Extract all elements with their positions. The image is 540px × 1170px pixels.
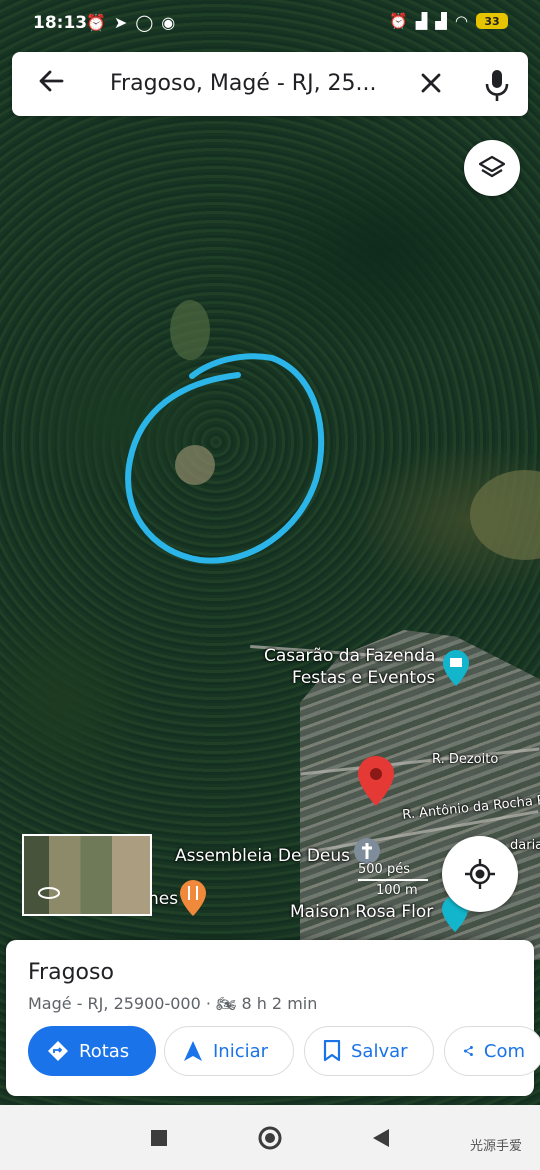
telegram-icon: ➤: [113, 13, 128, 32]
church-label[interactable]: Assembleia De Deus: [175, 846, 350, 866]
street-view-thumbnail[interactable]: [22, 834, 152, 916]
street-label: daria: [510, 838, 540, 853]
notification-icons: ⏰ ➤ ◯ ◉: [86, 13, 175, 32]
square-icon: [151, 1130, 167, 1146]
place-card[interactable]: Fragoso Magé - RJ, 25900-000 · 🏍 8 h 2 m…: [6, 940, 540, 1096]
navigation-arrow-icon: [184, 1041, 202, 1061]
recents-button[interactable]: [146, 1125, 172, 1151]
directions-icon: [48, 1041, 68, 1061]
status-bar: 18:13 ⏰ ➤ ◯ ◉ ⏰ ▟ ▟ ◠ 33: [0, 0, 540, 50]
whatsapp-icon: ◯: [135, 13, 154, 32]
shop-label[interactable]: Maison Rosa Flor: [290, 902, 433, 922]
bookmark-icon: [323, 1040, 341, 1062]
signal-icon: ▟: [415, 12, 428, 30]
alarm-icon: ⏰: [389, 12, 408, 30]
microphone-icon[interactable]: [482, 68, 512, 102]
street-view-rotate-icon: [38, 887, 60, 899]
triangle-back-icon: [373, 1129, 389, 1147]
location-pin-icon[interactable]: [358, 756, 394, 806]
crosshair-icon: [465, 859, 495, 889]
battery-icon: 33: [476, 13, 508, 29]
restaurant-marker-icon[interactable]: [180, 880, 206, 916]
motorcycle-icon: 🏍: [216, 994, 237, 1013]
search-query[interactable]: Fragoso, Magé - RJ, 25...: [110, 71, 377, 96]
chrome-icon: ◉: [161, 13, 176, 32]
save-button[interactable]: Salvar: [304, 1026, 434, 1076]
status-time: 18:13: [33, 13, 88, 33]
my-location-button[interactable]: [442, 836, 518, 912]
watermark: 光源手爱: [469, 1139, 522, 1154]
scale-meters: 100 m: [376, 883, 418, 898]
share-icon: [463, 1046, 473, 1056]
signal-icon-2: ▟: [435, 12, 447, 30]
church-marker-icon[interactable]: [354, 838, 380, 864]
place-address: Magé - RJ, 25900-000 ·: [28, 994, 217, 1013]
save-label: Salvar: [351, 1040, 408, 1062]
close-icon[interactable]: [416, 68, 446, 98]
start-button[interactable]: Iniciar: [164, 1026, 294, 1076]
layers-button[interactable]: [464, 140, 520, 196]
share-button[interactable]: Com: [444, 1026, 540, 1076]
home-button[interactable]: [257, 1125, 283, 1151]
alarm-off-icon: ⏰: [86, 13, 106, 32]
system-icons: ⏰ ▟ ▟ ◠ 33: [389, 12, 508, 30]
venue-marker-icon[interactable]: [443, 650, 469, 686]
search-bar[interactable]: Fragoso, Magé - RJ, 25...: [12, 52, 528, 116]
venue-label-line2[interactable]: Festas e Eventos: [292, 668, 435, 688]
start-label: Iniciar: [213, 1040, 269, 1062]
circle-icon: [258, 1126, 282, 1150]
scale-feet: 500 pés: [358, 862, 410, 877]
directions-button[interactable]: Rotas: [28, 1026, 156, 1076]
android-nav-bar: 光源手爱: [0, 1105, 540, 1170]
back-button[interactable]: [368, 1125, 394, 1151]
layers-icon: [478, 155, 506, 178]
share-label: Com: [483, 1040, 525, 1062]
travel-time: 8 h 2 min: [241, 994, 318, 1013]
restaurant-label[interactable]: nes: [148, 889, 178, 909]
place-subtitle: Magé - RJ, 25900-000 · 🏍 8 h 2 min: [28, 994, 317, 1013]
venue-label[interactable]: Casarão da Fazenda: [264, 646, 435, 666]
place-title: Fragoso: [28, 960, 114, 985]
street-label: R. Dezoito: [432, 752, 499, 767]
directions-label: Rotas: [79, 1040, 130, 1062]
wifi-icon: ◠: [454, 12, 468, 30]
map-scale: 500 pés 100 m: [358, 862, 428, 898]
back-arrow-icon[interactable]: [36, 66, 66, 96]
